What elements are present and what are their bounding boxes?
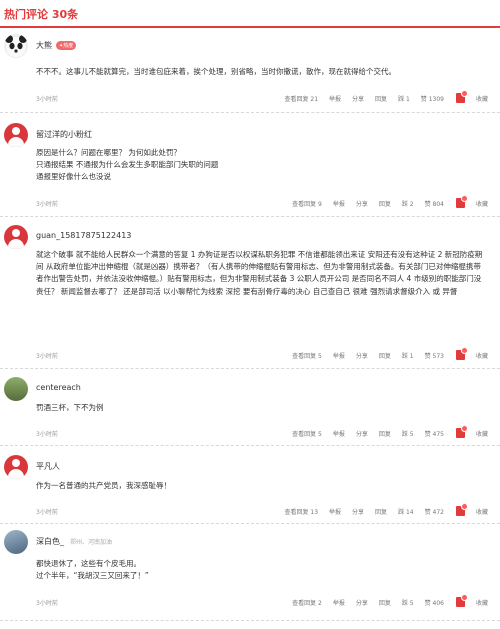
share-link[interactable]: 分享 (352, 94, 364, 103)
collect-link[interactable]: 收藏 (476, 94, 488, 103)
red-packet-icon[interactable] (455, 503, 468, 516)
comment-item: guan_15817875122413 就这个破事 就不能给人民群众一个满意的答… (0, 217, 500, 369)
comment-text: 不不不。这事儿不能就算完，当时谁包庇来着，挨个处理，别省略，当时你撒谎，散作，现… (36, 67, 396, 76)
section-title: 热门评论 30条 (4, 8, 79, 21)
collect-link[interactable]: 收藏 (476, 429, 488, 438)
user-location: 郑州、河南加油 (70, 539, 113, 546)
username[interactable]: 深白色_ (36, 537, 64, 546)
comment-item: 大熊 ✦热度 不不不。这事儿不能就算完，当时谁包庇来着，挨个处理，别省略，当时你撒… (0, 28, 500, 113)
report-link[interactable]: 举报 (329, 94, 341, 103)
downvote-button[interactable]: 踩 1 (398, 94, 410, 103)
avatar[interactable] (4, 34, 28, 58)
red-packet-icon[interactable] (455, 594, 468, 607)
red-packet-icon[interactable] (455, 195, 468, 208)
username[interactable]: guan_15817875122413 (36, 231, 131, 240)
collect-link[interactable]: 收藏 (476, 507, 488, 516)
report-link[interactable]: 举报 (333, 429, 345, 438)
report-link[interactable]: 举报 (329, 507, 341, 516)
downvote-button[interactable]: 踩 14 (398, 507, 414, 516)
downvote-button[interactable]: 踩 5 (402, 429, 414, 438)
red-packet-icon[interactable] (455, 90, 468, 103)
collect-link[interactable]: 收藏 (476, 598, 488, 607)
reply-link[interactable]: 回复 (379, 351, 391, 360)
comment-text: 就这个破事 就不能给人民群众一个满意的答复 1 办狗证是否以权谋私职务犯罪 不信… (36, 250, 483, 296)
comment-time: 3小时前 (36, 509, 58, 516)
avatar[interactable] (4, 225, 28, 249)
upvote-button[interactable]: 赞 804 (425, 199, 444, 208)
user-badge: ✦热度 (56, 41, 77, 50)
comment-time: 3小时前 (36, 201, 58, 208)
downvote-button[interactable]: 踩 5 (402, 598, 414, 607)
view-replies-link[interactable]: 查看回复 21 (284, 94, 318, 103)
downvote-button[interactable]: 踩 1 (402, 351, 414, 360)
avatar[interactable] (4, 530, 28, 554)
comment-item: centereach 罚酒三杯，下不为例 3小时前 查看回复 5 举报 分享 回… (0, 369, 500, 446)
red-packet-icon[interactable] (455, 425, 468, 438)
username[interactable]: 平凡人 (36, 462, 60, 471)
comment-text: 罚酒三杯，下不为例 (36, 403, 104, 412)
view-replies-link[interactable]: 查看回复 2 (292, 598, 322, 607)
comments-header: 热门评论 30条 (0, 0, 500, 28)
share-link[interactable]: 分享 (356, 429, 368, 438)
comment-time: 3小时前 (36, 353, 58, 360)
comment-text-line: 只通报结果 不通报为什么会发生多职能部门失职的问题 (36, 160, 219, 170)
comment-text-line: 都快退休了，这些有个皮毛用。 (36, 559, 141, 568)
panda-avatar-icon (5, 35, 27, 57)
view-replies-link[interactable]: 查看回复 13 (284, 507, 318, 516)
avatar[interactable] (4, 377, 28, 401)
report-link[interactable]: 举报 (333, 598, 345, 607)
reply-link[interactable]: 回复 (375, 507, 387, 516)
reply-link[interactable]: 回复 (375, 94, 387, 103)
comment-time: 3小时前 (36, 600, 58, 607)
avatar[interactable] (4, 455, 28, 479)
share-link[interactable]: 分享 (356, 199, 368, 208)
avatar[interactable] (4, 123, 28, 147)
red-packet-icon[interactable] (455, 347, 468, 360)
view-replies-link[interactable]: 查看回复 5 (292, 351, 322, 360)
downvote-button[interactable]: 踩 2 (402, 199, 414, 208)
share-link[interactable]: 分享 (356, 351, 368, 360)
view-replies-link[interactable]: 查看回复 5 (292, 429, 322, 438)
report-link[interactable]: 举报 (333, 351, 345, 360)
username[interactable]: 留过洋的小粉红 (36, 130, 92, 139)
collect-link[interactable]: 收藏 (476, 199, 488, 208)
reply-link[interactable]: 回复 (379, 429, 391, 438)
comment-item: 平凡人 作为一名普通的共产党员，我深感耻辱！ 3小时前 查看回复 13 举报 分… (0, 446, 500, 524)
upvote-button[interactable]: 赞 472 (425, 507, 444, 516)
comment-text-line: 原因是什么？问题在哪里？ 为何如此处罚？ (36, 148, 181, 157)
comment-time: 3小时前 (36, 96, 58, 103)
comment-text: 作为一名普通的共产党员，我深感耻辱！ (36, 481, 171, 490)
comment-item: 留过洋的小粉红 原因是什么？问题在哪里？ 为何如此处罚？ 只通报结果 不通报为什… (0, 113, 500, 217)
upvote-button[interactable]: 赞 573 (425, 351, 444, 360)
comment-time: 3小时前 (36, 431, 58, 438)
username[interactable]: centereach (36, 383, 81, 392)
upvote-button[interactable]: 赞 1309 (421, 94, 444, 103)
collect-link[interactable]: 收藏 (476, 351, 488, 360)
comment-text-line: 通报里好像什么也没说 (36, 172, 111, 182)
reply-link[interactable]: 回复 (379, 199, 391, 208)
report-link[interactable]: 举报 (333, 199, 345, 208)
comment-text-line: 过个半年，“我胡汉三又回来了！” (36, 571, 149, 581)
share-link[interactable]: 分享 (356, 598, 368, 607)
reply-link[interactable]: 回复 (379, 598, 391, 607)
view-replies-link[interactable]: 查看回复 9 (292, 199, 322, 208)
comment-item: 深白色_ 郑州、河南加油 都快退休了，这些有个皮毛用。 过个半年，“我胡汉三又回来… (0, 524, 500, 621)
username[interactable]: 大熊 (36, 41, 52, 50)
upvote-button[interactable]: 赞 475 (425, 429, 444, 438)
upvote-button[interactable]: 赞 406 (425, 598, 444, 607)
share-link[interactable]: 分享 (352, 507, 364, 516)
